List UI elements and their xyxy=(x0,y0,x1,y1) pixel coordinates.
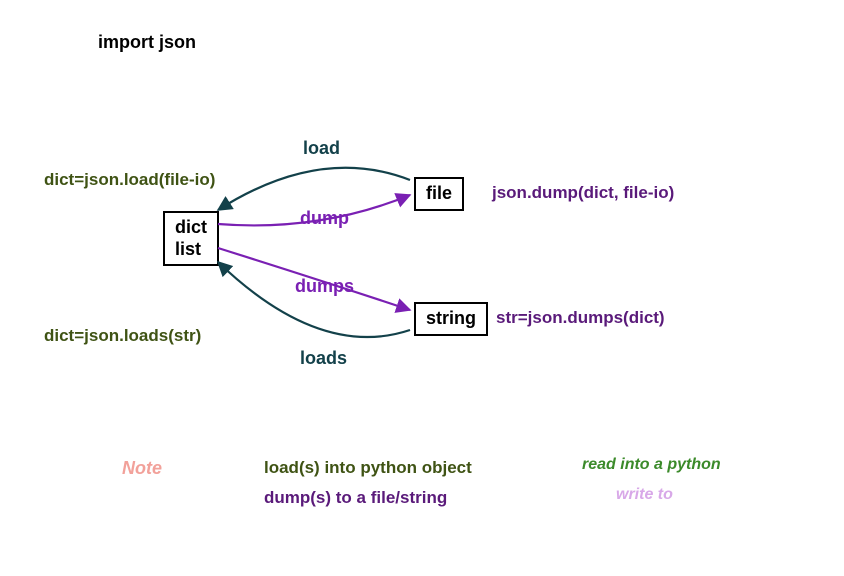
arrow-load xyxy=(218,168,410,210)
code-dump-right: json.dump(dict, file-io) xyxy=(492,183,674,203)
import-statement: import json xyxy=(98,32,196,53)
box-file: file xyxy=(414,177,464,211)
note-heading: Note xyxy=(122,458,162,479)
note-write: write to xyxy=(616,486,673,504)
note-read: read into a python xyxy=(582,456,721,474)
note-load: load(s) into python object xyxy=(264,458,472,478)
arrow-label-dump: dump xyxy=(300,208,349,229)
arrow-label-dumps: dumps xyxy=(295,276,354,297)
code-dumps-right: str=json.dumps(dict) xyxy=(496,308,665,328)
arrow-loads xyxy=(218,262,410,337)
note-dump: dump(s) to a file/string xyxy=(264,488,447,508)
code-loads-left: dict=json.loads(str) xyxy=(44,326,201,346)
box-string: string xyxy=(414,302,488,336)
code-load-left: dict=json.load(file-io) xyxy=(44,170,215,190)
arrow-label-load: load xyxy=(303,138,340,159)
box-dict-list: dict list xyxy=(163,211,219,266)
arrow-label-loads: loads xyxy=(300,348,347,369)
